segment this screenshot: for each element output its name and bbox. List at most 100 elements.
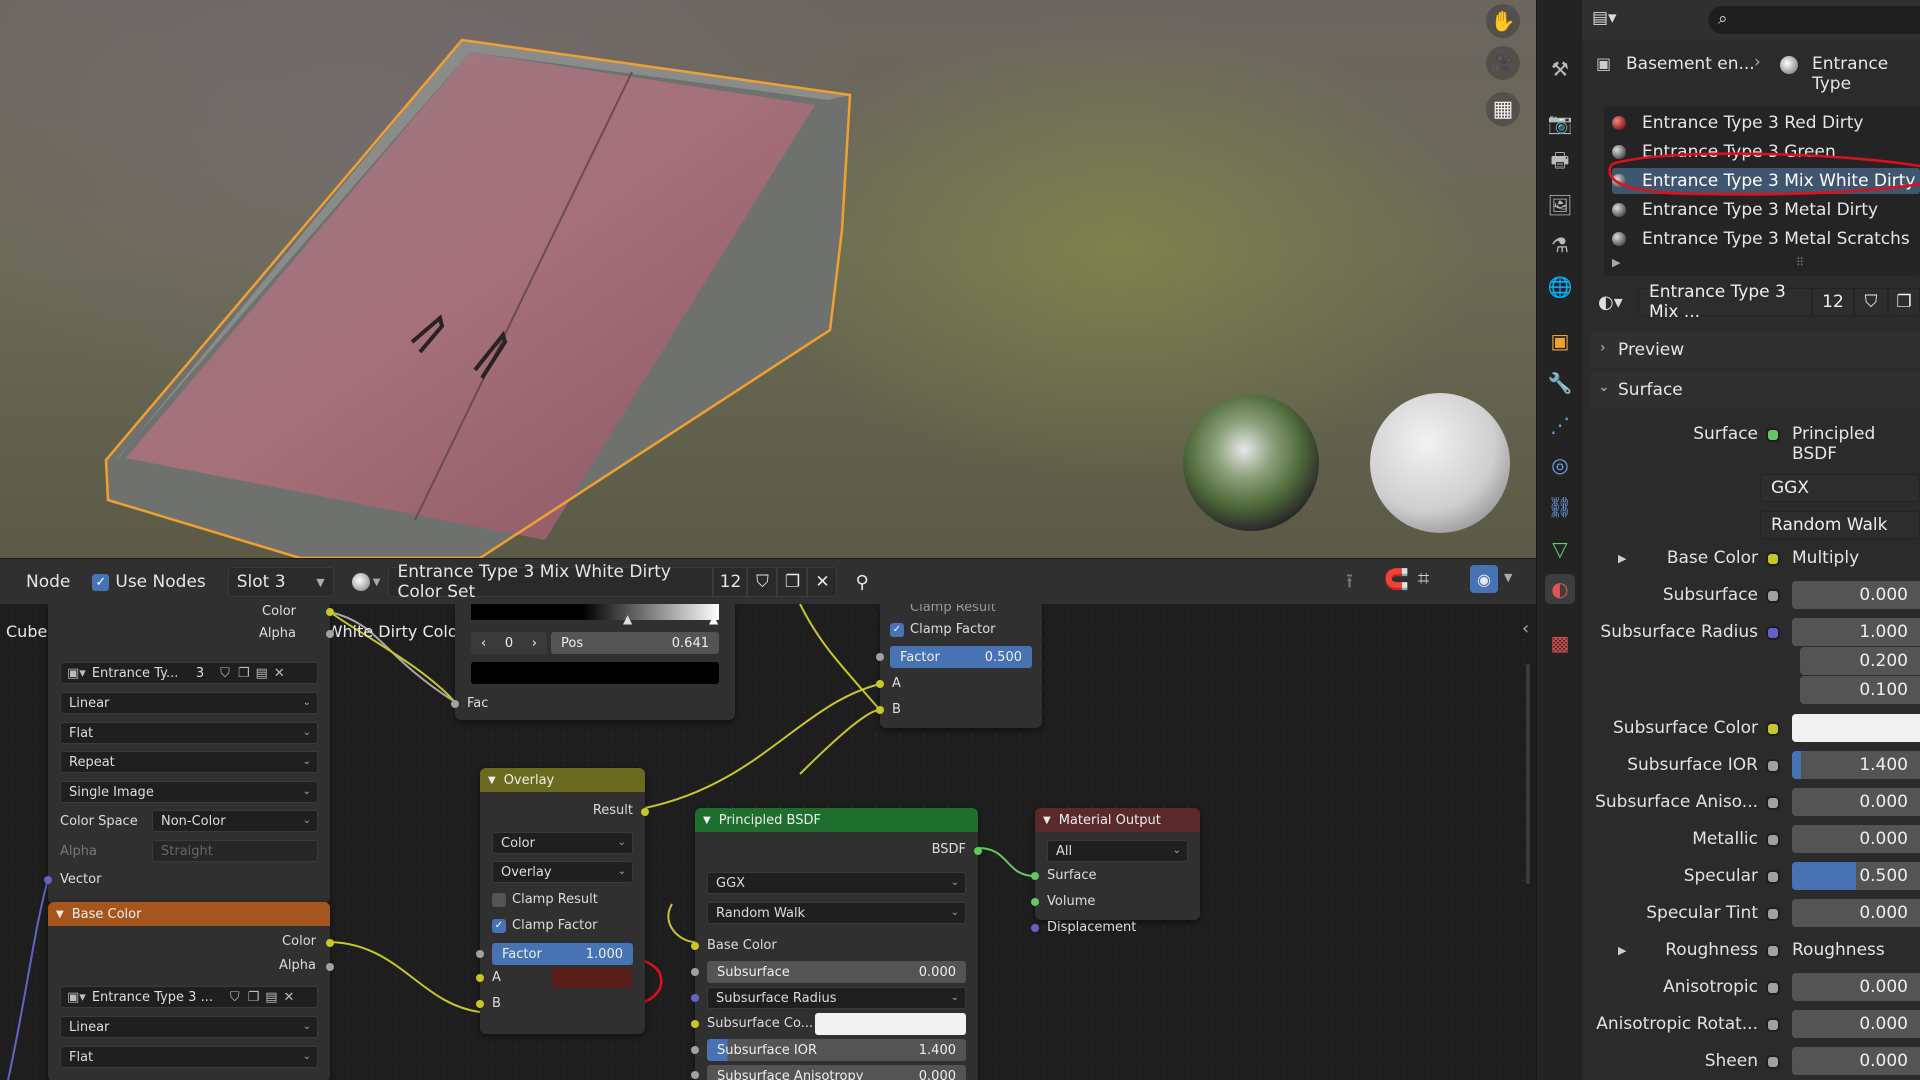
socket-icon[interactable] (1766, 833, 1780, 847)
material-output-node[interactable]: ▼ Material Output All ⌄ Surface Volume Di… (1031, 808, 1200, 935)
modifiers-tab-icon[interactable]: 🔧 (1545, 368, 1575, 398)
distribution-dropdown[interactable]: GGX ⌄ (707, 872, 966, 894)
pin-icon[interactable]: ⚲ (847, 567, 876, 597)
subsurface-anisotropy-slider[interactable]: Subsurface Anisotropy 0.000 (707, 1065, 966, 1080)
input-displacement-socket[interactable] (1031, 924, 1039, 932)
subsurface-color-swatch[interactable] (815, 1013, 966, 1035)
stop-index-field[interactable]: ‹ 0 › (471, 632, 547, 654)
input-factor-socket[interactable] (876, 653, 884, 661)
folder-icon[interactable]: ▤ (256, 666, 268, 681)
hand-icon[interactable]: ✋ (1486, 4, 1520, 38)
node-header[interactable]: ▼ Principled BSDF (695, 808, 978, 832)
socket-icon[interactable] (1766, 944, 1780, 958)
factor-slider[interactable]: Factor 0.500 (890, 646, 1032, 668)
close-icon[interactable]: ✕ (284, 990, 295, 1005)
projection-dropdown[interactable]: Flat ⌄ (60, 1046, 318, 1068)
node-header[interactable]: ▼ Material Output (1035, 808, 1200, 832)
input-b-socket[interactable] (476, 1000, 484, 1008)
subsurface-color-swatch[interactable] (1792, 714, 1920, 742)
vertical-scrollbar[interactable] (1526, 664, 1530, 884)
metallic-field[interactable]: 0.000 (1792, 825, 1920, 853)
snap-mode-icon[interactable]: ⌗ (1418, 566, 1429, 590)
particles-tab-icon[interactable]: ⋰ (1545, 410, 1575, 440)
alpha-mode-dropdown[interactable]: Straight (152, 840, 318, 862)
input-subsurface-aniso-socket[interactable] (691, 1071, 699, 1079)
shader-socket-icon[interactable] (1766, 428, 1780, 442)
subsurface-ior-field[interactable]: 1.400 (1792, 751, 1920, 779)
expand-arrow-icon[interactable]: ▶ (1618, 944, 1626, 957)
input-subsurface-radius-socket[interactable] (691, 994, 699, 1002)
user-count[interactable]: 12 (713, 567, 748, 597)
expand-arrow-icon[interactable]: ▶ (1618, 552, 1626, 565)
socket-icon[interactable] (1766, 552, 1780, 566)
clamp-result-checkbox[interactable]: Clamp Result (492, 892, 598, 907)
input-factor-socket[interactable] (476, 950, 484, 958)
output-color-socket[interactable] (326, 608, 334, 616)
input-fac-socket[interactable] (451, 700, 459, 708)
material-browse-button[interactable]: ▼ (344, 567, 389, 597)
subsurface-radius-field[interactable]: Subsurface Radius ⌄ (707, 987, 966, 1009)
mix-node[interactable]: Clamp Result ✓ Clamp Factor Factor 0.500 … (876, 604, 1042, 728)
input-volume-socket[interactable] (1031, 898, 1039, 906)
subsurface-radius-field[interactable]: 1.000 (1792, 618, 1920, 646)
render-tab-icon[interactable]: 📷 (1545, 108, 1575, 138)
clamp-factor-checkbox[interactable]: ✓ Clamp Factor (890, 622, 996, 637)
world-tab-icon[interactable]: 🌐 (1545, 272, 1575, 302)
socket-icon[interactable] (1766, 870, 1780, 884)
material-name-field[interactable]: Entrance Type 3 Mix White Dirty Color Se… (388, 562, 714, 602)
distribution-dropdown[interactable]: GGX (1760, 474, 1920, 502)
list-item[interactable]: Entrance Type 3 Metal Scratchs (1612, 226, 1910, 252)
color-ramp-gradient[interactable] (471, 604, 719, 620)
socket-icon[interactable] (1766, 722, 1780, 736)
target-dropdown[interactable]: All ⌄ (1047, 840, 1188, 862)
data-type-dropdown[interactable]: Color ⌄ (492, 832, 633, 854)
duplicate-icon[interactable]: ❐ (1888, 288, 1920, 316)
input-base-color-socket[interactable] (691, 942, 699, 950)
scene-tab-icon[interactable]: ⚗ (1545, 230, 1575, 260)
base-color-image-node[interactable]: ▼ Base Color Color Alpha ▣▾ Entrance Typ… (48, 902, 334, 1080)
data-tab-icon[interactable]: ▽ (1545, 534, 1575, 564)
color-ramp-node[interactable]: ▲ ▲ ‹ 0 › Pos 0.641 Fac (451, 604, 735, 720)
sidebar-toggle-icon[interactable]: ‹ (1522, 618, 1529, 639)
slot-dropdown[interactable]: Slot 3 ▼ (227, 567, 334, 597)
socket-icon[interactable] (1766, 626, 1780, 640)
fake-user-shield-icon[interactable]: ⛉ (747, 567, 778, 597)
socket-icon[interactable] (1766, 796, 1780, 810)
physics-tab-icon[interactable]: ◎ (1545, 450, 1575, 480)
fake-user-shield-icon[interactable]: ⛉ (1854, 288, 1888, 316)
node-editor-canvas[interactable]: Cube.044 › Entrance Type 3 Mix White Dir… (0, 604, 1536, 1080)
socket-icon[interactable] (1766, 1055, 1780, 1069)
output-bsdf-socket[interactable] (974, 847, 982, 855)
output-alpha-socket[interactable] (326, 630, 334, 638)
factor-slider[interactable]: Factor 1.000 (492, 943, 633, 965)
socket-icon[interactable] (1766, 907, 1780, 921)
specular-field[interactable]: 0.500 (1792, 862, 1920, 890)
image-texture-node[interactable]: Color Alpha ▣▾ Entrance Ty... 3 ⛉ ❐ ▤ ✕ … (44, 604, 334, 904)
material-browse-icon[interactable]: ◐▾ (1598, 292, 1623, 313)
camera-icon[interactable]: 🎥 (1486, 46, 1520, 80)
surface-shader-value[interactable]: Principled BSDF (1792, 424, 1920, 464)
list-item[interactable]: Entrance Type 3 Red Dirty (1612, 110, 1863, 136)
input-vector-socket[interactable] (44, 876, 52, 884)
output-result-socket[interactable] (641, 808, 649, 816)
base-color-link-value[interactable]: Multiply (1792, 548, 1859, 568)
duplicate-icon[interactable]: ❐ (248, 990, 260, 1005)
interpolation-dropdown[interactable]: Linear ⌄ (60, 1016, 318, 1038)
a-color-swatch[interactable] (552, 968, 632, 988)
input-surface-socket[interactable] (1031, 872, 1039, 880)
projection-dropdown[interactable]: Flat ⌄ (60, 722, 318, 744)
output-tab-icon[interactable]: 🖶 (1545, 148, 1575, 178)
stop-position-field[interactable]: Pos 0.641 (551, 632, 719, 654)
output-alpha-socket[interactable] (326, 963, 334, 971)
editor-type-icon[interactable]: ▤▾ (1592, 8, 1617, 28)
value-field[interactable]: 0.100 (1800, 676, 1920, 704)
close-icon[interactable]: ✕ (807, 567, 838, 597)
roughness-link-value[interactable]: Roughness (1792, 940, 1885, 960)
clamp-factor-checkbox[interactable]: ✓ Clamp Factor (492, 918, 598, 933)
subsurface-ior-slider[interactable]: Subsurface IOR 1.400 (707, 1039, 966, 1061)
folder-icon[interactable]: ▤ (265, 990, 277, 1005)
subsurface-slider[interactable]: Subsurface 0.000 (707, 961, 966, 983)
source-dropdown[interactable]: Single Image ⌄ (60, 781, 318, 803)
search-input[interactable]: ⌕ (1708, 6, 1920, 34)
anisotropic-rotat-field[interactable]: 0.000 (1792, 1010, 1920, 1038)
